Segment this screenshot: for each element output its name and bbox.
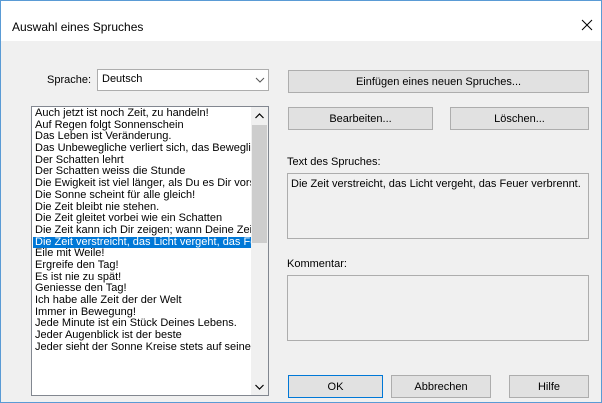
comment-label: Kommentar:: [287, 258, 347, 270]
list-item[interactable]: Die Zeit kann ich Dir zeigen; wann Deine…: [33, 225, 251, 237]
list-item[interactable]: Eile mit Weile!: [33, 248, 251, 260]
list-item[interactable]: Ich habe alle Zeit der der Welt: [33, 295, 251, 307]
ok-button[interactable]: OK: [288, 375, 383, 398]
list-item[interactable]: Der Schatten weiss die Stunde: [33, 166, 251, 178]
scroll-down-icon: [255, 384, 264, 390]
list-item[interactable]: Jede Minute ist ein Stück Deines Lebens.: [33, 318, 251, 330]
chevron-down-icon: [255, 77, 265, 83]
list-item[interactable]: Es ist nie zu spät!: [33, 272, 251, 284]
scroll-up-icon: [255, 112, 264, 118]
language-select[interactable]: Deutsch: [97, 69, 269, 91]
saying-text-field[interactable]: Die Zeit verstreicht, das Licht vergeht,…: [287, 173, 589, 239]
list-item[interactable]: Ergreife den Tag!: [33, 260, 251, 272]
list-item[interactable]: Geniesse den Tag!: [33, 283, 251, 295]
list-item[interactable]: Immer in Bewegung!: [33, 307, 251, 319]
list-item[interactable]: Auf Regen folgt Sonnenschein: [33, 120, 251, 132]
list-item[interactable]: Jeder sieht der Sonne Kreise stets auf s…: [33, 342, 251, 354]
sayings-list-items: Auch jetzt ist noch Zeit, zu handeln! Auf…: [33, 108, 251, 353]
list-item[interactable]: Die Zeit verstreicht, das Licht vergeht,…: [33, 236, 251, 249]
list-item[interactable]: Jeder Augenblick ist der beste: [33, 330, 251, 342]
scroll-down-button[interactable]: [251, 378, 268, 395]
help-button[interactable]: Hilfe: [509, 375, 589, 398]
sayings-list[interactable]: Auch jetzt ist noch Zeit, zu handeln! Auf…: [31, 106, 269, 396]
edit-button[interactable]: Bearbeiten...: [288, 107, 433, 130]
delete-button[interactable]: Löschen...: [450, 107, 589, 130]
list-item[interactable]: Die Zeit gleitet vorbei wie ein Schatten: [33, 213, 251, 225]
scroll-up-button[interactable]: [251, 107, 268, 124]
comment-field[interactable]: [287, 275, 589, 341]
list-item[interactable]: Das Unbewegliche verliert sich, das Bewe…: [33, 143, 251, 155]
scrollbar-thumb[interactable]: [252, 125, 267, 243]
list-scrollbar[interactable]: [251, 107, 268, 395]
list-item[interactable]: Der Schatten lehrt: [33, 155, 251, 167]
list-item[interactable]: Die Ewigkeit ist viel länger, als Du es …: [33, 178, 251, 190]
close-icon: [581, 19, 593, 31]
cancel-button[interactable]: Abbrechen: [391, 375, 491, 398]
list-item[interactable]: Das Leben ist Veränderung.: [33, 131, 251, 143]
saying-text-label: Text des Spruches:: [287, 156, 381, 168]
list-item[interactable]: Auch jetzt ist noch Zeit, zu handeln!: [33, 108, 251, 120]
language-select-value: Deutsch: [102, 73, 143, 85]
insert-saying-button[interactable]: Einfügen eines neuen Spruches...: [288, 70, 589, 93]
window-title: Auswahl eines Spruches: [12, 20, 144, 34]
list-item[interactable]: Die Sonne scheint für alle gleich!: [33, 190, 251, 202]
list-item[interactable]: Die Zeit bleibt nie stehen.: [33, 202, 251, 214]
title-bar: Auswahl eines Spruches: [1, 1, 601, 41]
language-label: Sprache:: [47, 74, 92, 86]
close-button[interactable]: [577, 15, 597, 35]
dialog-window: Auswahl eines Spruches Sprache: Deutsch …: [0, 0, 602, 403]
